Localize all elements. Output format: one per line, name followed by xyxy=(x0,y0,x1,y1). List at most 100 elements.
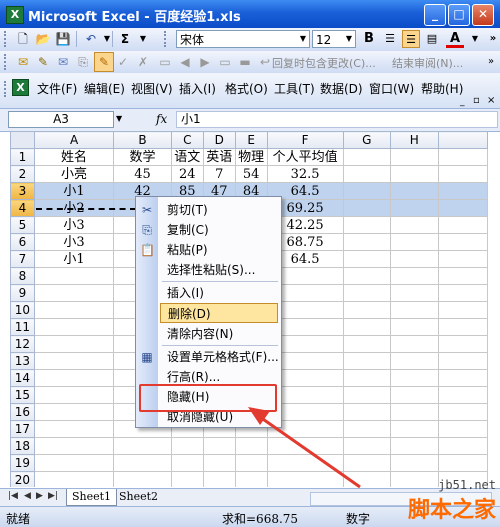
cell[interactable] xyxy=(33,284,115,302)
cell[interactable] xyxy=(113,454,172,472)
column-header-c[interactable]: C xyxy=(170,131,204,149)
cell[interactable] xyxy=(33,267,115,285)
toolbar-grip[interactable] xyxy=(4,31,9,47)
menu-data[interactable]: 数据(D) xyxy=(320,80,363,97)
column-header-b[interactable]: B xyxy=(113,131,172,149)
highlight-changes-icon[interactable]: ✎ xyxy=(94,52,114,72)
row-header[interactable]: 14 xyxy=(10,369,35,387)
select-all-corner[interactable] xyxy=(10,131,35,149)
sheet-tab-sheet1[interactable]: Sheet1 xyxy=(66,489,118,506)
menu-view[interactable]: 视图(V) xyxy=(131,80,173,97)
context-item-paste-special[interactable]: 选择性粘贴(S)... xyxy=(160,260,278,280)
context-item-delete[interactable]: 删除(D) xyxy=(160,303,278,323)
mail-icon[interactable]: ✉ xyxy=(54,53,72,71)
cell[interactable]: 小1 xyxy=(33,182,115,200)
row-header[interactable]: 15 xyxy=(10,386,35,404)
first-sheet-icon[interactable]: |◀ xyxy=(8,491,18,501)
track-icon[interactable]: ⎘ xyxy=(74,53,92,71)
maximize-button[interactable]: □ xyxy=(448,4,470,26)
cell[interactable] xyxy=(202,471,236,487)
row-header[interactable]: 5 xyxy=(10,216,35,234)
document-icon[interactable]: X xyxy=(12,79,29,96)
cell[interactable]: 54 xyxy=(234,165,268,183)
cell[interactable] xyxy=(390,250,439,268)
cell[interactable] xyxy=(33,420,115,438)
toolbar-options-icon[interactable]: » xyxy=(484,30,500,48)
cell[interactable] xyxy=(113,437,172,455)
cell[interactable] xyxy=(390,420,439,438)
menu-insert[interactable]: 插入(I) xyxy=(179,80,216,97)
cell[interactable] xyxy=(390,403,439,421)
review-icon[interactable]: ✉ xyxy=(14,53,32,71)
toolbar-options-icon[interactable]: » xyxy=(482,53,500,71)
cell[interactable] xyxy=(437,250,488,268)
context-item-copy[interactable]: 复制(C) xyxy=(160,220,278,240)
open-folder-icon[interactable]: 📂 xyxy=(34,30,52,48)
column-header-f[interactable]: F xyxy=(266,131,344,149)
cell[interactable] xyxy=(342,250,392,268)
row-header[interactable]: 8 xyxy=(10,267,35,285)
save-icon[interactable]: 💾 xyxy=(54,30,72,48)
doc-minimize-icon[interactable]: _ xyxy=(460,97,465,107)
end-review-button[interactable]: 结束审阅(N)... xyxy=(392,55,463,71)
cell[interactable] xyxy=(33,352,115,370)
font-color-button[interactable]: A xyxy=(446,30,464,48)
comment-icon[interactable]: ▭ xyxy=(156,53,174,71)
context-item-insert[interactable]: 插入(I) xyxy=(160,283,278,303)
row-header[interactable]: 19 xyxy=(10,454,35,472)
row-header[interactable]: 9 xyxy=(10,284,35,302)
cell[interactable] xyxy=(170,471,204,487)
cell[interactable] xyxy=(437,301,488,319)
row-header[interactable]: 20 xyxy=(10,471,35,487)
cell[interactable] xyxy=(437,182,488,200)
cell[interactable] xyxy=(437,352,488,370)
bold-button[interactable]: B xyxy=(360,30,378,48)
cell[interactable] xyxy=(390,284,439,302)
chevron-down-icon[interactable]: ▼ xyxy=(343,31,355,47)
cell[interactable] xyxy=(390,233,439,251)
cell[interactable] xyxy=(113,471,172,487)
row-header[interactable]: 2 xyxy=(10,165,35,183)
compare-icon[interactable]: ✎ xyxy=(34,53,52,71)
menu-file[interactable]: 文件(F) xyxy=(37,80,77,97)
chevron-down-icon[interactable]: ▼ xyxy=(297,31,309,47)
align-left-icon[interactable]: ☰ xyxy=(381,30,399,48)
cell[interactable] xyxy=(33,335,115,353)
cell[interactable] xyxy=(437,437,488,455)
cell[interactable]: 24 xyxy=(170,165,204,183)
cell[interactable] xyxy=(437,165,488,183)
cell[interactable] xyxy=(390,437,439,455)
menu-edit[interactable]: 编辑(E) xyxy=(84,80,125,97)
cell[interactable] xyxy=(437,216,488,234)
cell[interactable] xyxy=(390,182,439,200)
cell[interactable] xyxy=(342,233,392,251)
menu-window[interactable]: 窗口(W) xyxy=(369,80,414,97)
cell[interactable] xyxy=(390,199,439,217)
previous-icon[interactable]: ◀ xyxy=(176,53,194,71)
menu-tools[interactable]: 工具(T) xyxy=(274,80,315,97)
autosum-button[interactable]: Σ xyxy=(116,30,134,48)
merge-center-icon[interactable]: ▤ xyxy=(423,30,441,48)
cell[interactable] xyxy=(33,471,115,487)
autosum-dropdown-icon[interactable]: ▼ xyxy=(134,30,152,48)
row-header[interactable]: 4 xyxy=(10,199,35,217)
cell[interactable] xyxy=(390,386,439,404)
doc-restore-icon[interactable]: ▫ xyxy=(473,95,480,106)
row-header[interactable]: 7 xyxy=(10,250,35,268)
last-sheet-icon[interactable]: ▶| xyxy=(48,491,58,501)
cell[interactable] xyxy=(342,284,392,302)
row-header[interactable]: 12 xyxy=(10,335,35,353)
cell[interactable] xyxy=(342,369,392,387)
cell[interactable] xyxy=(437,284,488,302)
cell[interactable]: 32.5 xyxy=(266,165,344,183)
context-item-cut[interactable]: 剪切(T) xyxy=(160,200,278,220)
show-comments-icon[interactable]: ▭ xyxy=(216,53,234,71)
cell[interactable] xyxy=(342,148,392,166)
cell[interactable] xyxy=(342,165,392,183)
cell[interactable] xyxy=(342,301,392,319)
cell[interactable] xyxy=(390,352,439,370)
cell[interactable] xyxy=(342,335,392,353)
cell[interactable] xyxy=(342,216,392,234)
cell[interactable]: 个人平均值 xyxy=(266,148,344,166)
context-item-clear-contents[interactable]: 清除内容(N) xyxy=(160,324,278,344)
